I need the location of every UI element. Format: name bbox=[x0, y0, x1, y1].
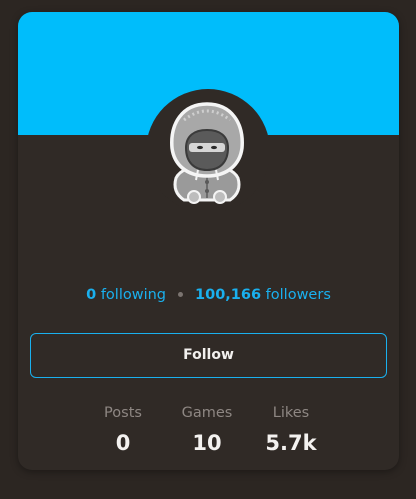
following-link[interactable]: 0 following bbox=[86, 287, 166, 303]
separator-dot bbox=[178, 291, 184, 297]
games-stat[interactable]: Games 10 bbox=[162, 404, 252, 455]
games-value: 10 bbox=[192, 431, 222, 455]
hooded-ninja-avatar-icon bbox=[170, 102, 244, 204]
games-label: Games bbox=[181, 405, 233, 421]
posts-value: 0 bbox=[115, 431, 131, 455]
avatar[interactable] bbox=[162, 98, 252, 210]
likes-label: Likes bbox=[272, 405, 310, 421]
posts-stat[interactable]: Posts 0 bbox=[78, 404, 168, 455]
followers-link[interactable]: 100,166 followers bbox=[195, 287, 331, 303]
likes-stat[interactable]: Likes 5.7k bbox=[246, 404, 336, 455]
following-count: 0 bbox=[86, 287, 97, 303]
follow-stats: 0 following 100,166 followers bbox=[18, 287, 399, 303]
following-label: following bbox=[100, 287, 167, 303]
followers-count: 100,166 bbox=[195, 287, 262, 303]
posts-label: Posts bbox=[104, 405, 142, 421]
likes-value: 5.7k bbox=[265, 431, 317, 455]
followers-label: followers bbox=[265, 287, 331, 303]
follow-button[interactable]: Follow bbox=[30, 333, 387, 378]
profile-card: 0 following 100,166 followers Follow Post… bbox=[18, 12, 399, 470]
